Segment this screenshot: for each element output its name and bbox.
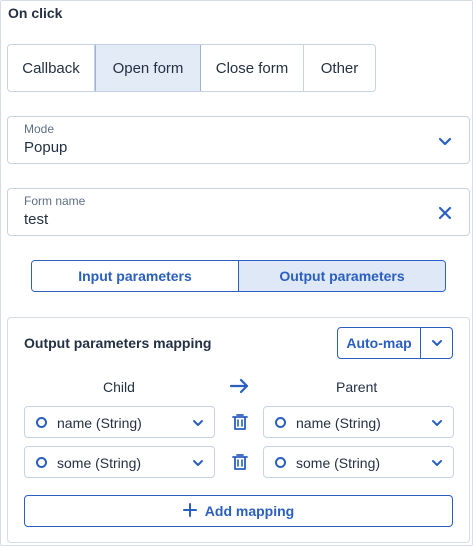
form-name-label: Form name	[24, 194, 86, 208]
child-column-header: Child	[103, 379, 135, 395]
mode-value: Popup	[24, 139, 68, 156]
close-icon[interactable]	[435, 203, 455, 223]
section-title: On click	[8, 5, 63, 21]
child-param-value: some (String)	[57, 455, 142, 471]
parent-param-value: name (String)	[296, 415, 381, 431]
child-param-select[interactable]: name (String)	[24, 406, 215, 438]
parent-param-value: some (String)	[296, 455, 381, 471]
parameter-tabs: Input parameters Output parameters	[31, 260, 446, 292]
close-form-button[interactable]: Close form	[201, 45, 304, 91]
mode-label: Mode	[24, 122, 55, 136]
chevron-down-icon	[190, 415, 206, 431]
open-form-button[interactable]: Open form	[95, 45, 201, 91]
add-mapping-label: Add mapping	[204, 503, 295, 519]
form-name-field[interactable]: Form name test	[7, 188, 470, 236]
on-click-panel: On click Callback Open form Close form O…	[0, 0, 473, 546]
plus-icon	[182, 501, 197, 521]
param-icon	[275, 457, 286, 468]
parent-param-select[interactable]: some (String)	[263, 446, 454, 478]
child-param-select[interactable]: some (String)	[24, 446, 215, 478]
chevron-down-icon	[429, 455, 445, 471]
auto-map-dropdown[interactable]	[421, 328, 452, 358]
action-type-selector: Callback Open form Close form Other	[7, 44, 376, 92]
parent-param-select[interactable]: name (String)	[263, 406, 454, 438]
auto-map-split-button: Auto-map	[337, 327, 453, 359]
add-mapping-button[interactable]: Add mapping	[24, 495, 453, 527]
param-icon	[36, 417, 47, 428]
chevron-down-icon	[431, 334, 443, 352]
param-icon	[36, 457, 47, 468]
child-param-value: name (String)	[57, 415, 142, 431]
parent-column-header: Parent	[336, 379, 378, 395]
mode-select[interactable]: Mode Popup	[7, 116, 470, 164]
trash-icon[interactable]	[230, 452, 250, 472]
output-mapping-card: Output parameters mapping Auto-map Child…	[7, 317, 470, 543]
param-icon	[275, 417, 286, 428]
mapping-title: Output parameters mapping	[24, 335, 212, 351]
chevron-down-icon	[429, 415, 445, 431]
auto-map-button[interactable]: Auto-map	[338, 328, 421, 358]
trash-icon[interactable]	[230, 412, 250, 432]
chevron-down-icon[interactable]	[435, 131, 455, 151]
callback-button[interactable]: Callback	[8, 45, 95, 91]
form-name-value: test	[24, 211, 49, 228]
tab-input-parameters[interactable]: Input parameters	[32, 261, 238, 291]
tab-output-parameters[interactable]: Output parameters	[238, 261, 445, 291]
arrow-right-icon	[229, 378, 249, 394]
chevron-down-icon	[190, 455, 206, 471]
other-button[interactable]: Other	[304, 45, 375, 91]
